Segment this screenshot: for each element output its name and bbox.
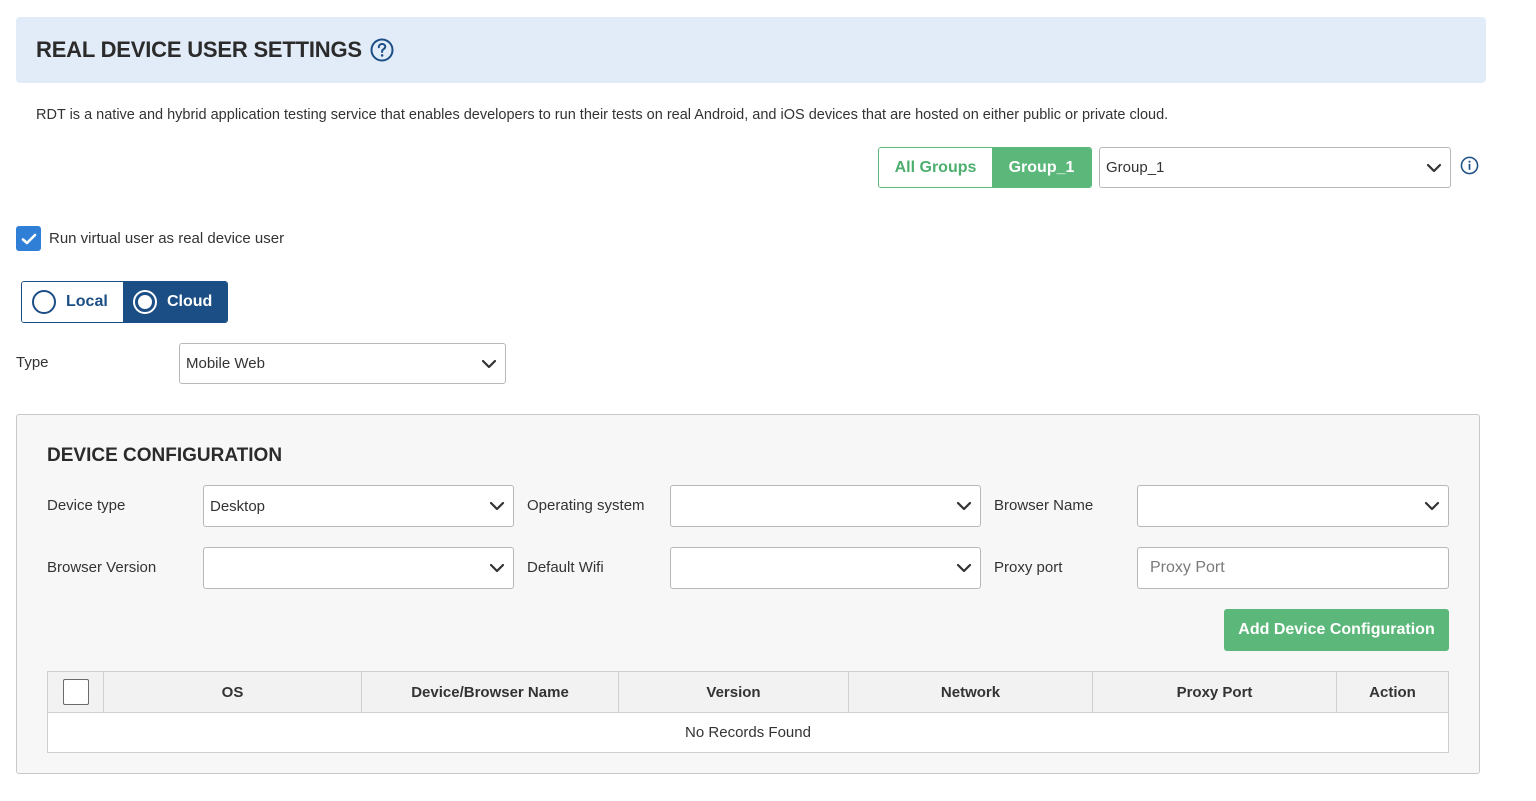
radio-checked-icon — [133, 290, 157, 314]
cloud-radio-label: Cloud — [167, 293, 213, 310]
help-icon[interactable] — [370, 38, 394, 62]
chevron-down-icon — [956, 563, 972, 573]
type-label: Type — [16, 354, 49, 371]
browser-name-label: Browser Name — [994, 497, 1094, 514]
all-groups-button[interactable]: All Groups — [879, 148, 992, 187]
chevron-down-icon — [489, 501, 505, 511]
select-all-cell — [48, 672, 104, 712]
column-header-device-browser-name[interactable]: Device/Browser Name — [362, 672, 619, 712]
column-header-os[interactable]: OS — [104, 672, 362, 712]
column-header-network[interactable]: Network — [849, 672, 1093, 712]
local-radio-label: Local — [66, 293, 108, 310]
column-header-action: Action — [1369, 683, 1416, 701]
proxy-port-input[interactable] — [1137, 547, 1449, 589]
table-empty-message: No Records Found — [685, 724, 811, 741]
column-header-proxy-port[interactable]: Proxy Port — [1093, 672, 1337, 712]
page-description: RDT is a native and hybrid application t… — [36, 107, 1169, 123]
chevron-down-icon — [481, 359, 497, 368]
group-toggle: All Groups Group_1 — [878, 147, 1092, 188]
run-virtual-user-row: Run virtual user as real device user — [16, 226, 284, 251]
run-virtual-user-label: Run virtual user as real device user — [49, 230, 285, 247]
type-select[interactable]: Mobile Web — [179, 343, 506, 384]
group-select-value: Group_1 — [1106, 159, 1165, 176]
info-icon[interactable] — [1460, 156, 1479, 175]
browser-name-select[interactable] — [1137, 485, 1449, 527]
add-device-configuration-button[interactable]: Add Device Configuration — [1224, 609, 1449, 651]
proxy-port-label: Proxy port — [994, 559, 1063, 576]
group-select[interactable]: Group_1 — [1099, 147, 1451, 188]
radio-unchecked-icon — [32, 290, 56, 314]
device-type-label: Device type — [47, 497, 126, 514]
location-radio-group: Local Cloud — [21, 281, 228, 323]
run-virtual-user-checkbox[interactable] — [16, 226, 41, 251]
default-wifi-label: Default Wifi — [527, 559, 604, 576]
check-icon — [21, 233, 36, 244]
device-type-value: Desktop — [210, 497, 266, 515]
chevron-down-icon — [489, 563, 505, 573]
type-select-value: Mobile Web — [186, 355, 265, 372]
default-wifi-select[interactable] — [670, 547, 981, 589]
table-header: OS Device/Browser Name Version Network P… — [48, 672, 1448, 713]
operating-system-label: Operating system — [527, 497, 645, 514]
device-configuration-panel: DEVICE CONFIGURATION Device type Desktop… — [16, 414, 1480, 774]
chevron-down-icon — [1424, 501, 1440, 511]
device-type-select[interactable]: Desktop — [203, 485, 514, 527]
cloud-radio[interactable]: Cloud — [123, 282, 227, 322]
local-radio[interactable]: Local — [22, 282, 123, 322]
device-configuration-table: OS Device/Browser Name Version Network P… — [47, 671, 1449, 753]
page-header: REAL DEVICE USER SETTINGS — [16, 17, 1486, 83]
browser-version-label: Browser Version — [47, 559, 157, 576]
group-button[interactable]: Group_1 — [992, 148, 1091, 187]
select-all-checkbox[interactable] — [62, 679, 89, 705]
chevron-down-icon — [1426, 163, 1442, 172]
column-header-version[interactable]: Version — [619, 672, 849, 712]
operating-system-select[interactable] — [670, 485, 981, 527]
browser-version-select[interactable] — [203, 547, 514, 589]
page-title: REAL DEVICE USER SETTINGS — [36, 37, 362, 62]
chevron-down-icon — [956, 501, 972, 511]
device-configuration-title: DEVICE CONFIGURATION — [47, 445, 283, 466]
